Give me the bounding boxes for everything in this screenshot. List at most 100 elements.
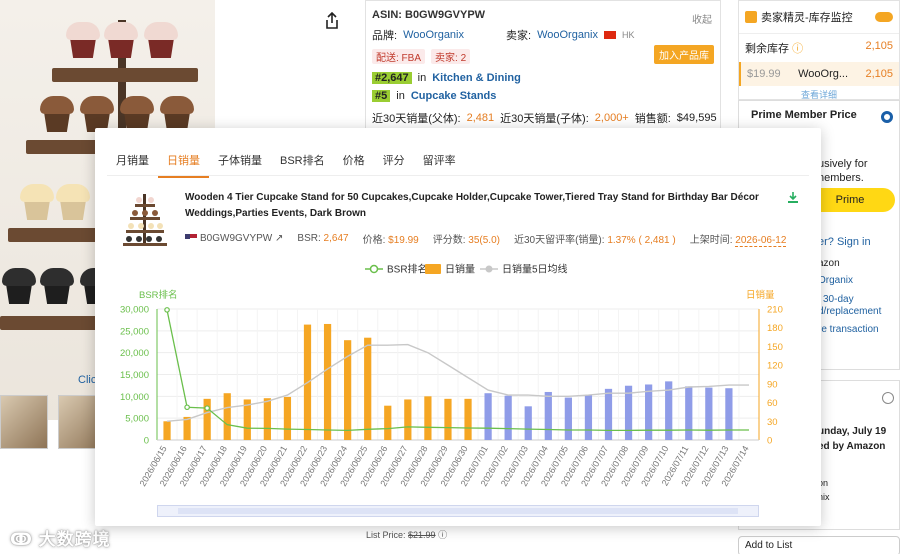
cupcake <box>56 184 90 220</box>
zoom-slider-range[interactable] <box>178 508 738 514</box>
bsr-label: BSR: <box>297 233 321 244</box>
watermark: ↂ 大数跨境 <box>10 525 111 550</box>
tab-divider <box>107 175 809 176</box>
transaction-link[interactable]: re transaction <box>818 324 879 335</box>
product-title: Wooden 4 Tier Cupcake Stand for 50 Cupca… <box>185 192 759 219</box>
seller-link[interactable]: WooOrganix <box>537 29 598 41</box>
price-label: 价格: <box>362 235 386 246</box>
info-icon: ⓘ <box>438 530 448 540</box>
sales-bar <box>323 323 332 440</box>
monitor-toggle[interactable] <box>875 12 893 22</box>
right-axis-title: 日销量 <box>746 289 775 301</box>
watermark-text: 大数跨境 <box>38 530 111 549</box>
left-tick-label: 15,000 <box>120 370 149 381</box>
review-rate-label: 近30天留评率(销量): <box>513 235 605 246</box>
rank-in-text: in <box>417 72 427 84</box>
sales-bar <box>484 393 492 440</box>
sales-bar <box>524 406 532 440</box>
sales-bar <box>685 386 693 440</box>
tab-6[interactable]: 留评率 <box>414 144 465 178</box>
cupcake <box>40 96 74 132</box>
alt-offer-radio[interactable] <box>882 392 894 404</box>
right-tick-label: 180 <box>767 323 783 334</box>
sales-bar <box>604 388 613 440</box>
external-link-icon[interactable]: ↗ <box>275 233 283 244</box>
seller-country: HK <box>622 30 635 40</box>
left-axis-title: BSR排名 <box>139 289 178 301</box>
right-tick-label: 60 <box>767 398 778 409</box>
thumbnail[interactable] <box>0 395 48 449</box>
add-to-pool-button[interactable]: 加入产品库 <box>654 45 714 64</box>
view-details-link[interactable]: 查看详细 <box>739 86 899 101</box>
left-tick-label: 10,000 <box>120 392 149 403</box>
product-meta: B0GW9GVYPW ↗ BSR: 2,647 价格: $19.99 评分数: … <box>185 231 787 247</box>
revenue-label: 销售额: <box>634 113 671 125</box>
sales-bar <box>544 391 552 440</box>
sales-child-value: 2,000+ <box>594 112 629 124</box>
bsr-point <box>184 404 190 411</box>
legend-label: 日销量5日均线 <box>502 263 568 276</box>
list-price-label: List Price: <box>366 530 406 540</box>
right-tick-label: 120 <box>767 361 783 372</box>
row-stock: 2,105 <box>865 68 893 80</box>
sold-by-link[interactable]: Organix <box>818 275 853 286</box>
tab-3[interactable]: BSR排名 <box>271 144 334 178</box>
returns-link[interactable]: 30-day <box>823 294 854 305</box>
tab-1[interactable]: 日销量 <box>158 144 209 178</box>
us-flag-icon <box>185 234 197 243</box>
rank-category-link[interactable]: Cupcake Stands <box>411 90 497 102</box>
sales-child-label: 近30天销量(子体): <box>500 113 589 125</box>
bsr-value: 2,647 <box>323 233 349 244</box>
stock-label: 剩余库存 <box>745 43 789 55</box>
right-tick-label: 0 <box>767 436 772 447</box>
list-price: List Price: $21.99 ⓘ <box>366 528 447 541</box>
fulfilled-text: ed by Amazon <box>818 441 886 452</box>
monitor-logo-icon <box>745 11 757 23</box>
sales-bar <box>645 384 653 440</box>
right-tick-label: 210 <box>767 305 783 316</box>
add-to-list-button[interactable]: Add to List <box>738 536 900 554</box>
tab-4[interactable]: 价格 <box>334 144 374 178</box>
brand-link[interactable]: WooOrganix <box>403 29 464 41</box>
share-icon[interactable] <box>325 12 339 30</box>
cupcake <box>144 22 178 58</box>
sales-bar <box>404 399 412 440</box>
delivery-date: unday, July 19 <box>818 426 887 437</box>
legend-label: 日销量 <box>445 263 475 276</box>
prime-radio[interactable] <box>881 111 893 123</box>
sales-bar <box>424 396 432 440</box>
stand-tier <box>52 68 198 82</box>
tab-2[interactable]: 子体销量 <box>209 144 271 178</box>
legend-ma-marker <box>485 265 493 273</box>
zoom-slider[interactable] <box>157 505 759 517</box>
collapse-button[interactable]: 收起 <box>692 11 712 26</box>
chart-tabs: 月销量 日销量 子体销量 BSR排名 价格 评分 留评率 <box>107 144 465 178</box>
sales-bar <box>163 421 171 440</box>
legend-label: BSR排名 <box>387 263 428 276</box>
row-price: $19.99 <box>747 68 781 80</box>
tab-5[interactable]: 评分 <box>374 144 414 178</box>
sales-chart-popup: 月销量 日销量 子体销量 BSR排名 价格 评分 留评率 Wooden 4 Tier Cup… <box>95 128 821 526</box>
left-tick-label: 5,000 <box>125 414 149 425</box>
left-tick-label: 20,000 <box>120 348 149 359</box>
returns-link[interactable]: d/replacement <box>818 306 881 317</box>
rating-label: 评分数: <box>432 235 466 246</box>
download-icon[interactable] <box>787 192 799 204</box>
left-tick-label: 30,000 <box>120 305 149 316</box>
right-tick-label: 150 <box>767 342 783 353</box>
sales-bar <box>283 396 292 440</box>
right-tick-label: 90 <box>767 379 778 390</box>
fba-tag: 配送: FBA <box>372 49 426 64</box>
sign-in-link[interactable]: er? Sign in <box>818 236 871 248</box>
cupcake <box>2 268 36 304</box>
rank-category-link[interactable]: Kitchen & Dining <box>432 72 521 84</box>
sales-bar <box>725 388 733 440</box>
sales-bar <box>705 387 713 440</box>
tab-0[interactable]: 月销量 <box>107 144 158 178</box>
left-tick-label: 0 <box>144 436 149 447</box>
asin-text: ASIN: B0GW9GVYPW <box>372 9 486 21</box>
inventory-monitor: 卖家精灵-库存监控 剩余库存 ⓘ 2,105 $19.99 WooOrg... … <box>738 0 900 100</box>
sales-bar <box>364 337 372 440</box>
cupcake <box>104 22 138 58</box>
sales-bar <box>223 393 231 440</box>
